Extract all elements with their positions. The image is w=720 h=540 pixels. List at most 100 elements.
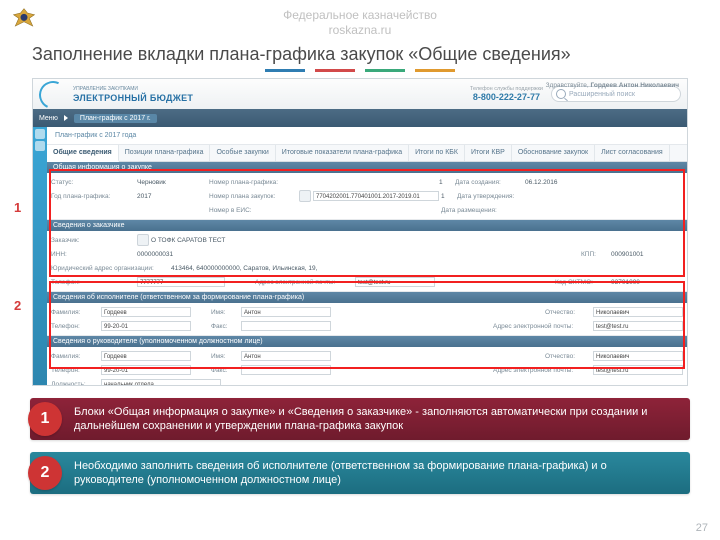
search-icon [556, 89, 566, 99]
label-tel: Телефон: [51, 323, 101, 330]
input-m-patronymic[interactable]: Николаевич [593, 351, 683, 361]
header-block: Федеральное казначейство roskazna.ru [0, 0, 720, 38]
input-phone[interactable]: 7777777 [137, 277, 225, 287]
note-2-text: Необходимо заполнить сведения об исполни… [30, 452, 690, 494]
label-created: Дата создания: [455, 179, 525, 186]
menu-bar: Меню План-график с 2017 г. [33, 109, 687, 127]
value-kpp: 000901001 [611, 251, 683, 258]
side-marker-1: 1 [14, 200, 21, 215]
label-exec-email: Адрес электронной почты: [493, 323, 593, 330]
label-m-lastname: Фамилия: [51, 353, 101, 360]
label-status: Статус: [51, 179, 137, 186]
input-m-lastname[interactable]: Гордеев [101, 351, 191, 361]
label-inn: ИНН: [51, 251, 137, 258]
section-header-general: Общая информация о закупке [47, 162, 687, 173]
note-1-text: Блоки «Общая информация о закупке» и «Св… [30, 398, 690, 440]
input-email[interactable]: test@test.ru [355, 277, 435, 287]
note-2-badge: 2 [28, 456, 62, 490]
toolbar-icon[interactable] [35, 129, 45, 139]
section-manager: Фамилия: Гордеев Имя: Антон Отчество: Ни… [47, 347, 687, 386]
header-org: Федеральное казначейство [0, 8, 720, 23]
value-address: 413464, 640000000000, Саратов, Ильинская… [171, 265, 471, 272]
label-posted: Дата размещения: [441, 207, 511, 214]
support-phone: Телефон службы поддержки 8-800-222-27-77 [470, 86, 543, 102]
page-number: 27 [696, 522, 708, 534]
label-m-tel: Телефон: [51, 367, 101, 374]
label-patronymic: Отчество: [545, 309, 593, 316]
section-header-customer: Сведения о заказчике [47, 220, 687, 231]
side-markers: 1 2 [14, 78, 30, 386]
tab-positions[interactable]: Позиции плана-графика [119, 145, 211, 161]
input-m-firstname[interactable]: Антон [241, 351, 331, 361]
tab-approval[interactable]: Лист согласования [595, 145, 670, 161]
tab-totals[interactable]: Итоговые показатели плана-графика [276, 145, 409, 161]
value-created: 06.12.2016 [525, 179, 597, 186]
value-plan-seq: 1 [439, 179, 455, 186]
value-customer: О ТОФК САРАТОВ ТЕСТ [151, 237, 311, 244]
input-pz-num[interactable]: 7704202001.770401001.2017-2019.01 [313, 191, 439, 201]
input-m-tel[interactable]: 99-20-01 [101, 365, 191, 375]
logo-text: УПРАВЛЕНИЕ ЗАКУПКАМИ ЭЛЕКТРОННЫЙ БЮДЖЕТ [73, 85, 193, 103]
tab-justification[interactable]: Обоснование закупок [512, 145, 595, 161]
label-lastname: Фамилия: [51, 309, 101, 316]
tab-bar: Общие сведения Позиции плана-графика Осо… [47, 145, 687, 162]
value-year: 2017 [137, 193, 209, 200]
logo-swirl-icon [39, 81, 69, 107]
input-m-email[interactable]: test@test.ru [593, 365, 683, 375]
input-exec-email[interactable]: test@test.ru [593, 321, 683, 331]
document-icon[interactable] [299, 190, 311, 202]
app-screenshot: Здравствуйте, Гордеев Антон Николаевич У… [32, 78, 688, 386]
label-pz-num: Номер плана закупок: [209, 193, 299, 200]
toolbar-icon[interactable] [35, 141, 45, 151]
section-executor: Фамилия: Гордеев Имя: Антон Отчество: Ни… [47, 303, 687, 336]
tab-general[interactable]: Общие сведения [47, 145, 119, 162]
label-plan-num: Номер плана-графика: [209, 179, 299, 186]
label-m-fax: Факс: [211, 367, 241, 374]
menu-button[interactable]: Меню [39, 115, 58, 122]
breadcrumb: План-график с 2017 года [47, 127, 687, 145]
menu-dropdown[interactable]: План-график с 2017 г. [74, 114, 157, 123]
input-tel[interactable]: 99-20-01 [101, 321, 191, 331]
left-toolbar [33, 127, 47, 385]
value-inn: 0000000031 [137, 251, 337, 258]
section-general: Статус: Черновик Номер плана-графика: 1 … [47, 173, 687, 220]
label-firstname: Имя: [211, 309, 241, 316]
header-site: roskazna.ru [0, 23, 720, 38]
label-job: Должность: [51, 381, 101, 387]
search-placeholder: Расширенный поиск [569, 91, 635, 98]
input-m-fax[interactable] [241, 365, 331, 375]
tab-special[interactable]: Особые закупки [210, 145, 275, 161]
input-patronymic[interactable]: Николаевич [593, 307, 683, 317]
label-kpp: КПП: [581, 251, 611, 258]
label-m-patronymic: Отчество: [545, 353, 593, 360]
label-m-firstname: Имя: [211, 353, 241, 360]
label-email: Адрес электронной почты: [255, 279, 355, 286]
input-lastname[interactable]: Гордеев [101, 307, 191, 317]
input-job[interactable]: начальник отдела [101, 379, 221, 386]
input-fax[interactable] [241, 321, 331, 331]
label-year: Год плана-графика: [51, 193, 137, 200]
input-firstname[interactable]: Антон [241, 307, 331, 317]
lookup-icon[interactable] [137, 234, 149, 246]
section-customer: Заказчик: О ТОФК САРАТОВ ТЕСТ ИНН: 00000… [47, 231, 687, 292]
chevron-right-icon [64, 115, 68, 121]
value-status: Черновик [137, 179, 209, 186]
label-m-email: Адрес электронной почты: [493, 367, 593, 374]
label-address: Юридический адрес организации: [51, 265, 171, 272]
note-2: 2 Необходимо заполнить сведения об испол… [30, 452, 690, 494]
tab-kvr[interactable]: Итоги КВР [465, 145, 512, 161]
greeting: Здравствуйте, Гордеев Антон Николаевич [546, 82, 679, 89]
label-approved: Дата утверждения: [457, 193, 527, 200]
label-fax: Факс: [211, 323, 241, 330]
label-oktmo: Код ОКТМО: [555, 279, 611, 286]
emblem-icon [10, 6, 38, 34]
note-1: 1 Блоки «Общая информация о закупке» и «… [30, 398, 690, 440]
section-header-manager: Сведения о руководителе (уполномоченном … [47, 336, 687, 347]
tab-kbk[interactable]: Итоги по КБК [409, 145, 465, 161]
side-marker-2: 2 [14, 298, 21, 313]
label-eis: Номер в ЕИС: [209, 207, 299, 214]
label-phone: Телефон: [51, 279, 137, 286]
value-oktmo: 03701000 [611, 279, 683, 286]
section-header-executor: Сведения об исполнителе (ответственном з… [47, 292, 687, 303]
slide-title: Заполнение вкладки плана-графика закупок… [0, 38, 720, 69]
